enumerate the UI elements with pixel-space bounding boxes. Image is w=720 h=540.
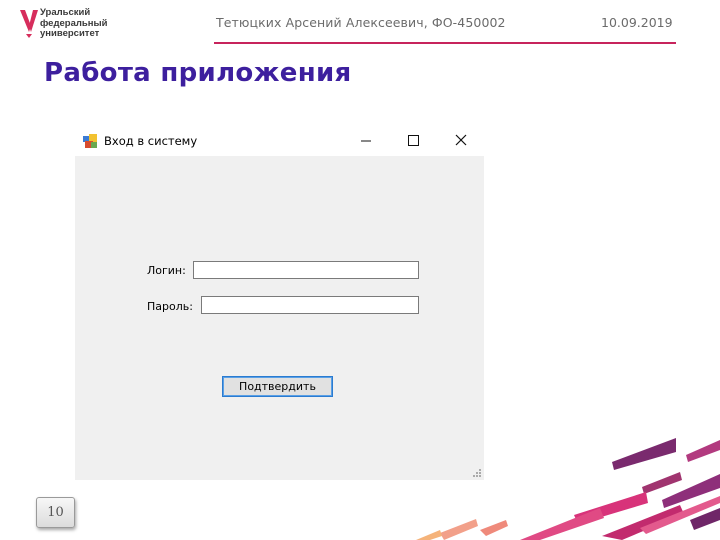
- app-icon: [83, 134, 97, 148]
- page-title: Работа приложения: [44, 58, 352, 88]
- login-input[interactable]: [193, 261, 419, 279]
- author-info: Тетюцких Арсений Алексеевич, ФО-450002: [216, 15, 506, 30]
- university-logo: Уральский федеральный университет: [20, 7, 120, 42]
- maximize-button[interactable]: [390, 125, 436, 156]
- close-icon: [455, 134, 467, 146]
- date: 10.09.2019: [601, 15, 673, 30]
- resize-grip-icon[interactable]: [472, 468, 482, 478]
- close-button[interactable]: [437, 125, 483, 156]
- logo-line: Уральский: [40, 7, 91, 18]
- logo-line: университет: [40, 28, 100, 39]
- maximize-icon: [408, 135, 419, 146]
- minimize-icon: [361, 140, 371, 142]
- minimize-button[interactable]: [343, 125, 389, 156]
- login-window: Вход в систему Логин: Пароль: Подтвердит…: [75, 125, 484, 480]
- logo-text: Уральский федеральный университет: [40, 7, 107, 40]
- confirm-button[interactable]: Подтвердить: [222, 376, 333, 397]
- password-label: Пароль:: [147, 300, 193, 313]
- login-label: Логин:: [147, 264, 186, 277]
- window-title: Вход в систему: [104, 134, 198, 148]
- password-input[interactable]: [201, 296, 419, 314]
- urfu-logo-mark: [20, 10, 38, 38]
- header-divider: [214, 42, 676, 44]
- slide-number: 10: [36, 497, 75, 528]
- window-titlebar[interactable]: Вход в систему: [75, 125, 484, 156]
